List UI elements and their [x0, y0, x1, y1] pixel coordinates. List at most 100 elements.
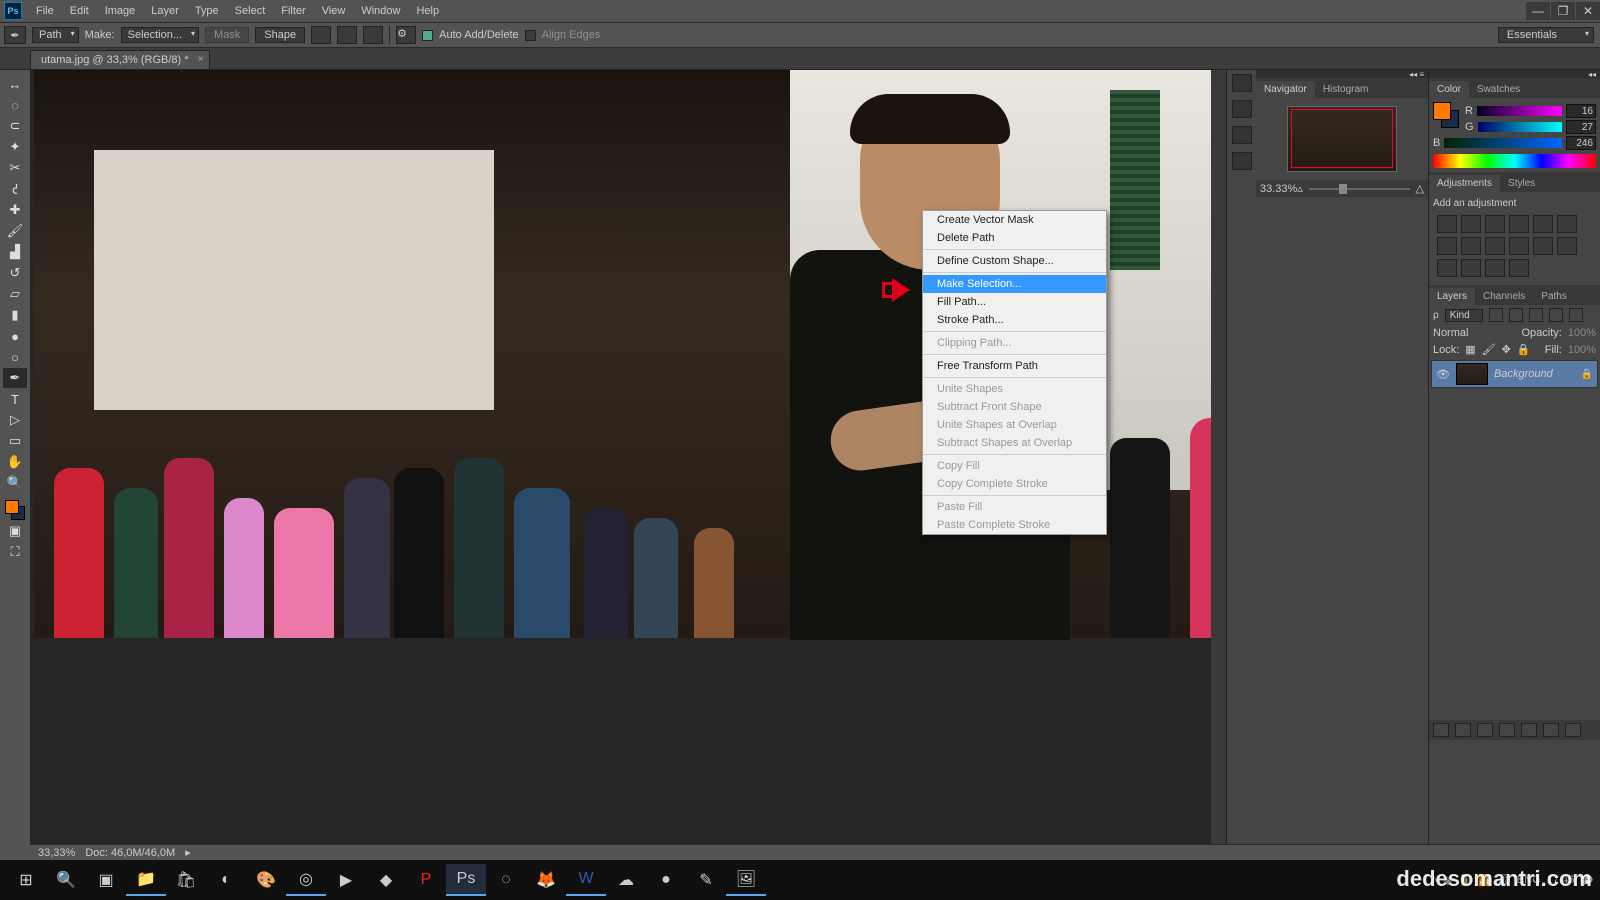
zoom-out-icon[interactable]: ▵ [1297, 182, 1303, 195]
chrome-icon[interactable]: ◎ [286, 864, 326, 896]
screenmode-toggle[interactable]: ⛶ [3, 542, 27, 562]
tab-adjustments[interactable]: Adjustments [1429, 175, 1500, 192]
document-tab[interactable]: utama.jpg @ 33,3% (RGB/8) * × [30, 50, 210, 69]
photos-icon[interactable]: 🖼 [726, 864, 766, 896]
blur-tool[interactable]: ● [3, 326, 27, 346]
store-icon[interactable]: 🛍 [166, 864, 206, 896]
type-tool[interactable]: T [3, 389, 27, 409]
adj-poster[interactable] [1437, 259, 1457, 277]
color-swatch[interactable] [5, 500, 25, 520]
shape-tool[interactable]: ▭ [3, 431, 27, 451]
make-dropdown[interactable]: Selection... [121, 27, 199, 43]
gear-icon[interactable]: ⚙ [396, 26, 416, 44]
new-fill-icon[interactable] [1499, 723, 1515, 737]
video-icon[interactable]: ▶ [326, 864, 366, 896]
lock-pixel-icon[interactable]: 🖌 [1482, 343, 1496, 356]
g-slider[interactable] [1478, 122, 1562, 132]
pen-tool[interactable]: ✒ [3, 368, 27, 388]
panel-icon[interactable] [1232, 100, 1252, 118]
vertical-scrollbar[interactable] [1211, 70, 1226, 845]
mask-icon[interactable] [1477, 723, 1493, 737]
word-icon[interactable]: W [566, 864, 606, 896]
adj-gradmap[interactable] [1485, 259, 1505, 277]
menu-filter[interactable]: Filter [273, 5, 313, 17]
adj-brightness[interactable] [1437, 215, 1457, 233]
lock-all-icon[interactable]: 🔒 [1517, 343, 1531, 356]
tab-histogram[interactable]: Histogram [1315, 81, 1377, 98]
menu-window[interactable]: Window [353, 5, 408, 17]
tab-swatches[interactable]: Swatches [1469, 81, 1528, 98]
visibility-icon[interactable]: 👁 [1436, 368, 1450, 381]
app-icon[interactable]: ● [646, 864, 686, 896]
auto-add-delete-checkbox[interactable] [422, 30, 433, 41]
shape-button[interactable]: Shape [255, 27, 305, 43]
menu-file[interactable]: File [28, 5, 62, 17]
adj-hue[interactable] [1557, 215, 1577, 233]
r-input[interactable] [1566, 104, 1596, 118]
crop-tool[interactable]: ✂ [3, 158, 27, 178]
status-arrow-icon[interactable]: ▸ [185, 846, 191, 859]
photoshop-icon[interactable]: Ps [446, 864, 486, 896]
tab-navigator[interactable]: Navigator [1256, 81, 1315, 98]
minimize-button[interactable]: — [1526, 2, 1550, 20]
ctx-item[interactable]: Delete Path [923, 229, 1106, 247]
stamp-tool[interactable]: ▟ [3, 242, 27, 262]
eyedropper-tool[interactable]: 𐑒 [3, 179, 27, 199]
path-ops-icon[interactable] [311, 26, 331, 44]
navigator-zoom-slider[interactable] [1309, 188, 1410, 190]
opacity-value[interactable]: 100% [1568, 327, 1596, 339]
menu-select[interactable]: Select [227, 5, 274, 17]
blend-mode-dropdown[interactable]: Normal [1433, 327, 1516, 339]
filter-shape-icon[interactable] [1549, 308, 1563, 322]
dock-collapse[interactable]: ◂◂ [1429, 70, 1600, 78]
dodge-tool[interactable]: ○ [3, 347, 27, 367]
adj-mixer[interactable] [1509, 237, 1529, 255]
marquee-tool[interactable]: ◌ [3, 95, 27, 115]
lock-trans-icon[interactable]: ▦ [1465, 343, 1475, 356]
wand-tool[interactable]: ✦ [3, 137, 27, 157]
adj-curves[interactable] [1485, 215, 1505, 233]
app-icon[interactable]: ◐ [206, 864, 246, 896]
move-tool[interactable]: ↔ [3, 74, 27, 94]
mask-button[interactable]: Mask [205, 27, 249, 43]
mode-dropdown[interactable]: Path [32, 27, 79, 43]
search-icon[interactable]: 🔍 [46, 864, 86, 896]
ctx-item[interactable]: Create Vector Mask [923, 211, 1106, 229]
panel-icon[interactable] [1232, 126, 1252, 144]
explorer-icon[interactable]: 📁 [126, 864, 166, 896]
new-layer-icon[interactable] [1543, 723, 1559, 737]
group-icon[interactable] [1521, 723, 1537, 737]
start-button[interactable]: ⊞ [6, 864, 46, 896]
ctx-item[interactable]: Stroke Path... [923, 311, 1106, 329]
app-icon[interactable]: ☁ [606, 864, 646, 896]
tab-channels[interactable]: Channels [1475, 288, 1533, 305]
path-select-tool[interactable]: ▷ [3, 410, 27, 430]
navigator-thumbnail[interactable] [1287, 106, 1397, 172]
layer-filter-dropdown[interactable]: Kind [1445, 309, 1483, 322]
menu-edit[interactable]: Edit [62, 5, 97, 17]
app-icon[interactable]: ◌ [486, 864, 526, 896]
ctx-item[interactable]: Fill Path... [923, 293, 1106, 311]
restore-button[interactable]: ❐ [1551, 2, 1575, 20]
app-icon[interactable]: ◆ [366, 864, 406, 896]
app-icon[interactable]: P [406, 864, 446, 896]
zoom-tool[interactable]: 🔍 [3, 473, 27, 493]
ctx-item[interactable]: Define Custom Shape... [923, 252, 1106, 270]
filter-pixel-icon[interactable] [1489, 308, 1503, 322]
history-brush-tool[interactable]: ↺ [3, 263, 27, 283]
adj-selcolor[interactable] [1509, 259, 1529, 277]
app-icon[interactable]: ✎ [686, 864, 726, 896]
g-input[interactable] [1566, 120, 1596, 134]
filter-type-icon[interactable] [1529, 308, 1543, 322]
filter-smart-icon[interactable] [1569, 308, 1583, 322]
status-zoom[interactable]: 33,33% [38, 847, 75, 859]
tab-color[interactable]: Color [1429, 81, 1469, 98]
menu-type[interactable]: Type [187, 5, 227, 17]
panel-icon[interactable] [1232, 152, 1252, 170]
brush-tool[interactable]: 🖌 [3, 221, 27, 241]
hand-tool[interactable]: ✋ [3, 452, 27, 472]
adj-lookup[interactable] [1533, 237, 1553, 255]
path-align-icon[interactable] [337, 26, 357, 44]
delete-layer-icon[interactable] [1565, 723, 1581, 737]
filter-adj-icon[interactable] [1509, 308, 1523, 322]
